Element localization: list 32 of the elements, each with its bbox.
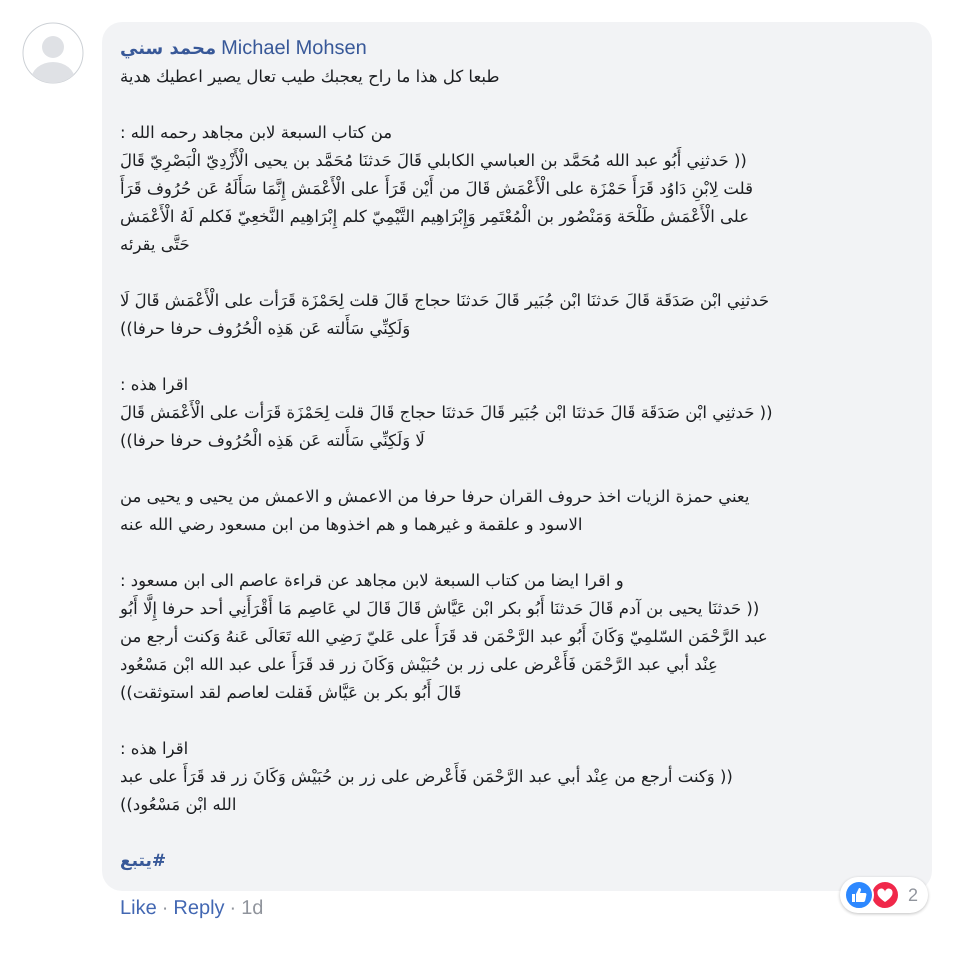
like-icon <box>844 880 874 910</box>
comment-text-line: قلت لِابْنِ دَاوُد قَرَأَ حَمْزَة على الْأَعْمَش قَالَ من أَيْن قَرَأَ على الْأَعْمَش إِنَّمَا سَأَلَهُ عَن حُرُوف قَرَأَ <box>120 175 753 203</box>
comment-text-line: قَالَ أَبُو بكر بن عَيَّاش فَقلت لعاصم لقد استوثقت)) <box>120 679 462 707</box>
comment-text-line: طبعا كل هذا ما راح يعجبك طيب تعال يصير اعطيك هدية <box>120 66 500 88</box>
hashtag-link[interactable]: #يتبع <box>120 847 166 875</box>
comment-text-line: (( حَدثنِي ابْن صَدَقَة قَالَ حَدثنَا ابْن جُبَير قَالَ حَدثنَا حجاج قَالَ قلت لِحَمْزَة قَرَأت على الْأَعْمَش قَالَ <box>120 399 773 427</box>
timestamp[interactable]: 1d <box>241 897 264 920</box>
comment-text-line: اقرا هذه : <box>120 738 188 760</box>
comment-text-line: عِنْد أبي عبد الرَّحْمَن فَأَعْرض على زر بن حُبَيْش وَكَانَ زر قد قَرَأَ على عبد الله ابْن مَسْعُود <box>120 651 718 679</box>
separator-dot: · <box>230 897 236 920</box>
comment-text-line: من كتاب السبعة لابن مجاهد رحمه الله : <box>120 122 392 144</box>
comment-text-line: لَا وَلَكِنِّي سَأَلته عَن هَذِه الْحُرُوف حرفا حرفا)) <box>120 427 425 455</box>
reaction-count[interactable]: 2 <box>908 881 918 909</box>
like-link[interactable]: Like <box>120 897 157 920</box>
comment-text-line: (( حَدثنَا يحيى بن آدم قَالَ حَدثنَا أَبُو بكر ابْن عَيَّاش قَالَ قَالَ لي عَاصِم مَا أَقْرَأَنِي أحد حرفا إِلَّا أَبُو <box>120 595 760 623</box>
mention-link[interactable]: Michael Mohsen <box>221 34 367 62</box>
comment-text-line: (( وَكنت أرجع من عِنْد أبي عبد الرَّحْمَن فَأَعْرض على زر بن حُبَيْش وَكَانَ زر قد قَرَأَ على عبد <box>120 763 733 791</box>
comment-text-line: وَلَكِنِّي سَأَلته عَن هَذِه الْحُرُوف حرفا حرفا)) <box>120 315 410 343</box>
comment-text-line: على الْأَعْمَش طَلْحَة وَمَنْصُور بن الْمُعْتَمِر وَإِبْرَاهِيم التَّيْمِيّ كلم إِبْرَاهِيم النَّخعِيّ فَكلم لَهُ الْأَعْمَش <box>120 203 750 231</box>
comment-text-line: (( حَدثنِي أَبُو عبد الله مُحَمَّد بن العباسي الكابلي قَالَ حَدثنَا مُحَمَّد بن يحيى الْأَزْدِيّ الْبَصْرِيّ قَالَ <box>120 147 747 175</box>
comment-text-line: حَدثنِي ابْن صَدَقَة قَالَ حَدثنَا ابْن جُبَير قَالَ حَدثنَا حجاج قَالَ قلت لِحَمْزَة قَرَأت على الْأَعْمَش قَالَ لَا <box>120 287 770 315</box>
reply-link[interactable]: Reply <box>173 897 225 920</box>
comment-text-line: حَتَّى يقرئه <box>120 234 190 256</box>
comment-text-line: عبد الرَّحْمَن السّلمِيّ وَكَانَ أَبُو عبد الرَّحْمَن قد قَرَأَ على عَليّ رَضِي الله تَعَالَى عَنهُ وَكنت أرجع من <box>120 623 768 651</box>
comment-text-line: الاسود و علقمة و غيرهما و هم اخذوها من ابن مسعود رضي الله عنه <box>120 514 582 536</box>
comment-text-line: اقرا هذه : <box>120 374 188 396</box>
comment-text-line: الله ابْن مَسْعُود)) <box>120 794 236 816</box>
author-name-link[interactable]: محمد سني <box>120 35 216 63</box>
comment-text-line: يعني حمزة الزيات اخذ حروف القران حرفا حرفا من الاعمش و الاعمش من يحيى و يحيى من <box>120 486 750 508</box>
avatar-icon[interactable] <box>22 22 84 84</box>
separator-dot: · <box>162 897 168 920</box>
comment-text-line: و اقرا ايضا من كتاب السبعة لابن مجاهد عن قراءة عاصم الى ابن مسعود : <box>120 570 624 592</box>
